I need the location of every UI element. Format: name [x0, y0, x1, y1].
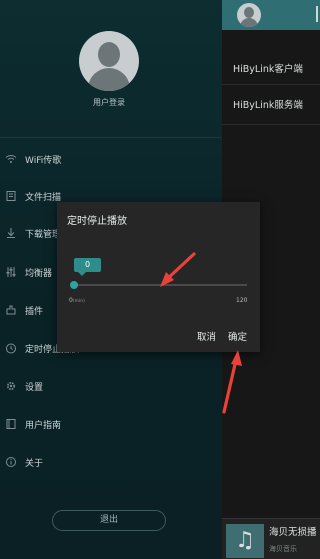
menu-item-settings[interactable]: 设置 [0, 367, 222, 405]
scan-icon [5, 190, 17, 202]
drawer-divider [0, 137, 222, 138]
menu-item-label: 下载管理 [25, 229, 62, 240]
timer-icon [5, 342, 17, 354]
sleep-timer-dialog: 定时停止播放 0 0(min) 120 取消 确定 [57, 202, 260, 352]
menu-item-label: 设置 [25, 382, 44, 393]
cancel-button[interactable]: 取消 [197, 329, 216, 343]
menu-item-label: 均衡器 [25, 268, 53, 279]
user-avatar[interactable] [79, 31, 139, 91]
slider-min-label: 0(min) [69, 297, 85, 304]
menu-item-label: 文件扫描 [25, 192, 62, 203]
wifi-icon [5, 153, 17, 165]
logout-button[interactable]: 退出 [52, 510, 166, 531]
menu-item-label: 用户指南 [25, 420, 62, 431]
info-icon [5, 456, 17, 468]
dialog-title: 定时停止播放 [67, 216, 127, 227]
player-subtitle: 海贝音乐 [269, 545, 297, 553]
player-title: 海贝无损播 [269, 527, 317, 538]
plugin-icon [5, 304, 17, 316]
main-header [222, 0, 320, 30]
confirm-button[interactable]: 确定 [228, 329, 247, 343]
avatar-head [98, 42, 120, 67]
avatar-body [240, 18, 258, 27]
menu-item-wifi-transfer[interactable]: WiFi传歌 [0, 140, 222, 178]
login-label[interactable]: 用户登录 [70, 97, 148, 108]
guide-icon [5, 418, 17, 430]
list-divider [222, 124, 320, 125]
avatar-head [244, 7, 254, 18]
slider-track[interactable] [71, 284, 247, 286]
music-note-icon: ♫ [226, 524, 264, 558]
menu-item-user-guide[interactable]: 用户指南 [0, 405, 222, 443]
header-avatar[interactable] [237, 3, 261, 27]
list-item-hibylink-server[interactable]: HiByLink服务端 [222, 84, 320, 124]
avatar-body [88, 68, 130, 91]
slider-min-unit: (min) [72, 299, 85, 304]
download-icon [5, 227, 17, 239]
list-item-hibylink-client[interactable]: HiByLink客户端 [222, 48, 320, 88]
header-edge-mark [316, 6, 318, 22]
slider-max-label: 120 [236, 297, 248, 304]
equalizer-icon [5, 266, 17, 278]
menu-item-about[interactable]: 关于 [0, 443, 222, 481]
mini-player[interactable]: ♫ 海贝无损播 海贝音乐 [222, 518, 320, 559]
settings-icon [5, 380, 17, 392]
menu-item-label: WiFi传歌 [25, 155, 62, 166]
slider-thumb[interactable] [70, 281, 78, 289]
menu-item-label: 关于 [25, 458, 44, 469]
slider-value-bubble: 0 [74, 258, 101, 276]
menu-item-label: 插件 [25, 306, 44, 317]
